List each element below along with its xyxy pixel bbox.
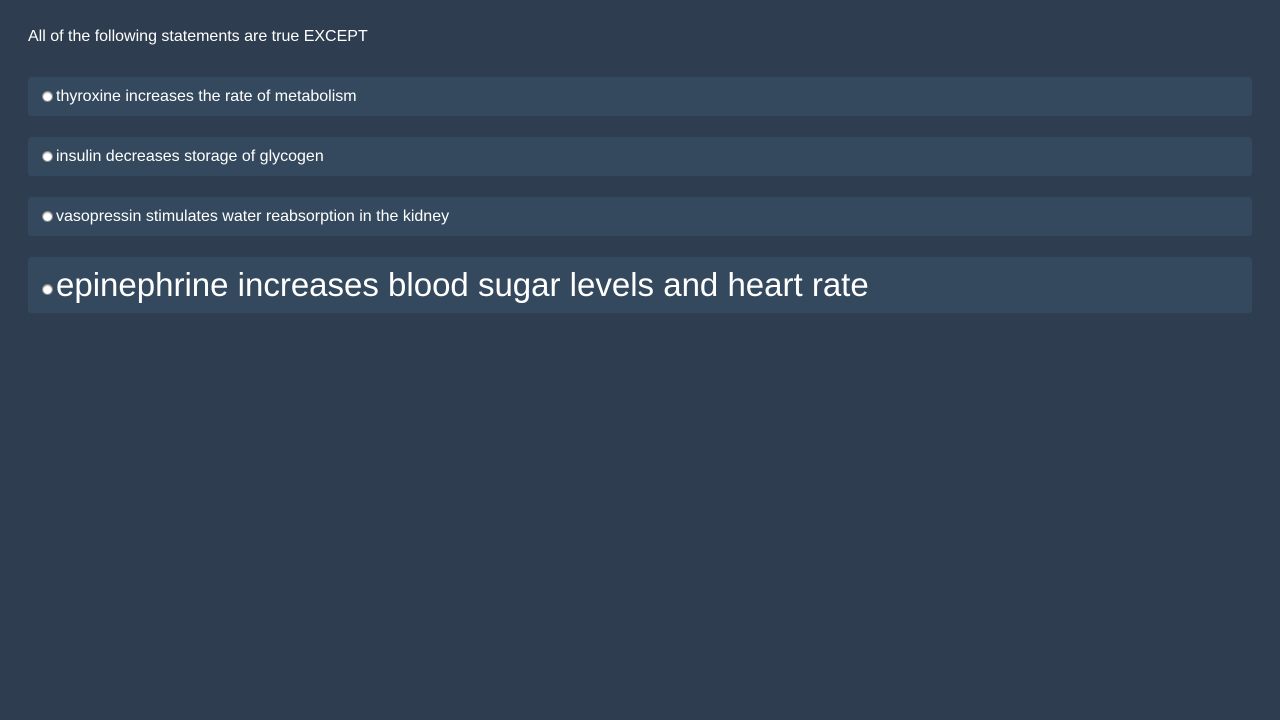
answer-option-4[interactable]: epinephrine increases blood sugar levels… [28,257,1252,313]
answer-option-1[interactable]: thyroxine increases the rate of metaboli… [28,77,1252,116]
answer-option-2[interactable]: insulin decreases storage of glycogen [28,137,1252,176]
answer-label: insulin decreases storage of glycogen [56,147,324,165]
question-text: All of the following statements are true… [28,28,368,45]
radio-button[interactable] [42,91,53,102]
radio-button[interactable] [42,211,53,222]
answer-option-3[interactable]: vasopressin stimulates water reabsorptio… [28,197,1252,236]
answer-label: vasopressin stimulates water reabsorptio… [56,207,450,225]
radio-button[interactable] [42,284,53,295]
answer-label: epinephrine increases blood sugar levels… [56,266,869,303]
answer-label: thyroxine increases the rate of metaboli… [56,87,357,105]
radio-button[interactable] [42,151,53,162]
